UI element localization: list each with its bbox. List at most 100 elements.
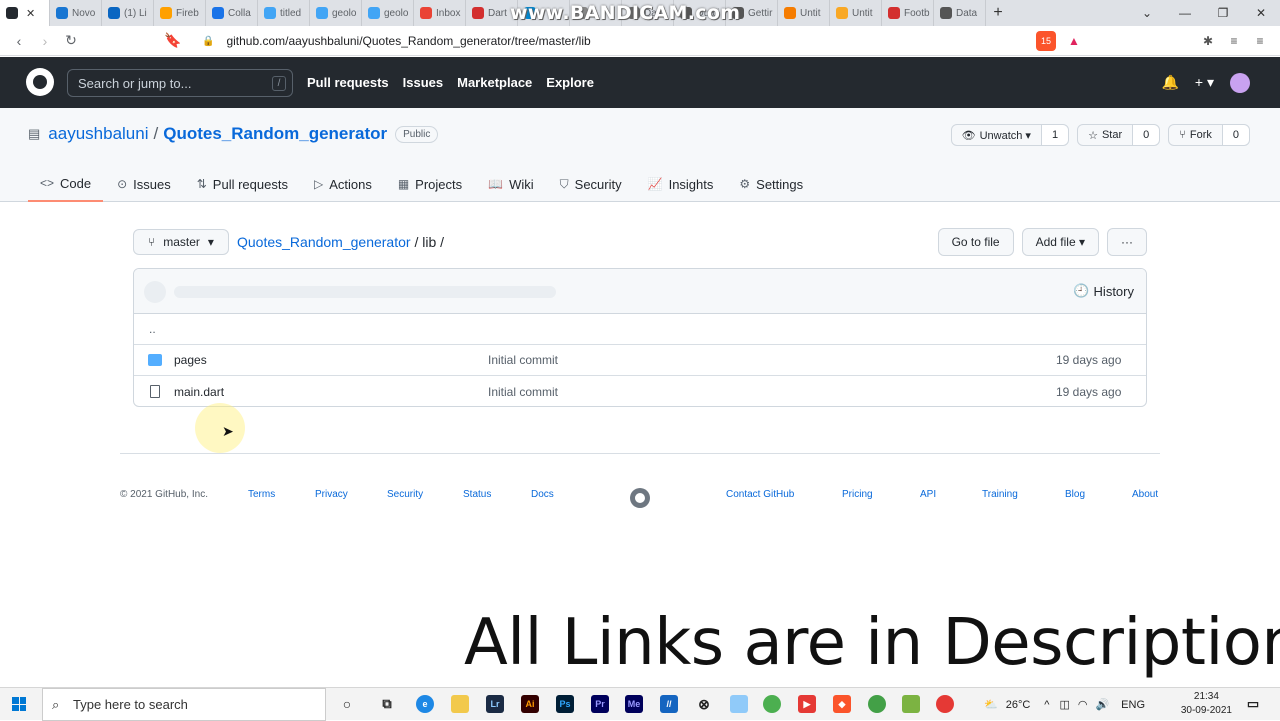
more-options-button[interactable]: ···: [1107, 228, 1147, 256]
browser-tab[interactable]: Footb: [882, 0, 934, 26]
volume-icon[interactable]: 🔊: [1095, 698, 1109, 711]
nav-explore[interactable]: Explore: [546, 75, 594, 90]
tab-issues[interactable]: ⊙ Issues: [105, 166, 183, 202]
notification-center-icon[interactable]: ▭: [1244, 695, 1262, 713]
tab-actions[interactable]: ▷ Actions: [302, 166, 384, 202]
history-link[interactable]: 🕘 History: [1073, 283, 1134, 299]
nav-issues[interactable]: Issues: [403, 75, 443, 90]
footer-link-status[interactable]: Status: [463, 489, 491, 500]
search-input[interactable]: Search or jump to... /: [67, 69, 293, 97]
close-window-button[interactable]: ✕: [1242, 6, 1280, 20]
clock[interactable]: 21:34 30-09-2021: [1181, 690, 1232, 718]
browser-tab[interactable]: Inbox: [414, 0, 466, 26]
brave-shield-icon[interactable]: 15: [1036, 31, 1056, 51]
fork-count[interactable]: 0: [1222, 125, 1249, 145]
file-name-link[interactable]: pages: [174, 353, 207, 367]
extensions-icon[interactable]: ✱: [1198, 31, 1218, 51]
youtube-icon[interactable]: ▶: [798, 695, 816, 713]
browser-tab[interactable]: Untit: [830, 0, 882, 26]
bandicam-icon[interactable]: [936, 695, 954, 713]
browser-menu-icon[interactable]: ≡: [1250, 31, 1270, 51]
app-icon[interactable]: //: [660, 695, 678, 713]
bluestacks-icon[interactable]: [902, 695, 920, 713]
footer-link-contact[interactable]: Contact GitHub: [726, 489, 794, 500]
add-file-button[interactable]: Add file ▾: [1021, 228, 1099, 256]
file-name-link[interactable]: main.dart: [174, 385, 224, 399]
nav-pull-requests[interactable]: Pull requests: [307, 75, 389, 90]
back-icon[interactable]: ‹: [6, 33, 32, 49]
breadcrumb-repo-link[interactable]: Quotes_Random_generator: [237, 234, 411, 250]
tab-wiki[interactable]: 📖 Wiki: [476, 166, 546, 202]
tab-projects[interactable]: ▦ Projects: [386, 166, 474, 202]
commit-message-link[interactable]: Initial commit: [488, 385, 558, 399]
task-view-icon[interactable]: ⧉: [378, 695, 396, 713]
github-footer-logo-icon[interactable]: [630, 488, 650, 508]
browser-tab[interactable]: Novo: [50, 0, 102, 26]
tab-close-icon[interactable]: ✕: [26, 7, 35, 20]
whatsapp-icon[interactable]: [868, 695, 886, 713]
fork-button[interactable]: ⑂ Fork 0: [1168, 124, 1250, 146]
reading-list-icon[interactable]: ≡: [1224, 31, 1244, 51]
forward-icon[interactable]: ›: [32, 33, 58, 49]
media-encoder-icon[interactable]: Me: [625, 695, 643, 713]
weather-temp[interactable]: 26°C: [1006, 699, 1031, 711]
tab-settings[interactable]: ⚙ Settings: [727, 166, 815, 202]
footer-link-pricing[interactable]: Pricing: [842, 489, 873, 500]
minimize-button[interactable]: —: [1166, 6, 1204, 20]
notification-bell-icon[interactable]: 🔔: [1161, 74, 1178, 91]
browser-tab[interactable]: geolo: [310, 0, 362, 26]
reload-icon[interactable]: ↻: [58, 32, 84, 49]
browser-tab[interactable]: (1) Li: [102, 0, 154, 26]
xbox-icon[interactable]: ⊗: [695, 695, 713, 713]
taskbar-search-input[interactable]: ⌕ Type here to search: [42, 688, 326, 721]
browser-tab[interactable]: geolo: [362, 0, 414, 26]
photoshop-icon[interactable]: Ps: [556, 695, 574, 713]
bookmark-icon[interactable]: 🔖: [160, 32, 186, 49]
edge-icon[interactable]: e: [416, 695, 434, 713]
browser-tab[interactable]: ✕: [0, 0, 50, 26]
nav-marketplace[interactable]: Marketplace: [457, 75, 532, 90]
tab-security[interactable]: ⛉ Security: [548, 166, 634, 202]
browser-tab[interactable]: Untit: [778, 0, 830, 26]
footer-link-about[interactable]: About: [1132, 489, 1158, 500]
watch-button[interactable]: 👁 Unwatch ▾ 1: [950, 124, 1070, 146]
file-explorer-icon[interactable]: [451, 695, 469, 713]
footer-link-privacy[interactable]: Privacy: [315, 489, 348, 500]
table-row[interactable]: pages Initial commit 19 days ago: [134, 345, 1146, 376]
windows-start-icon[interactable]: [12, 697, 26, 711]
star-button[interactable]: ☆ Star 0: [1077, 124, 1161, 146]
footer-link-terms[interactable]: Terms: [248, 489, 275, 500]
parent-directory-row[interactable]: ..: [134, 314, 1146, 345]
browser-tab[interactable]: titled: [258, 0, 310, 26]
footer-link-training[interactable]: Training: [982, 489, 1018, 500]
app-icon[interactable]: [730, 695, 748, 713]
github-logo-icon[interactable]: [26, 68, 54, 96]
avatar[interactable]: [1230, 72, 1250, 93]
footer-link-security[interactable]: Security: [387, 489, 423, 500]
star-count[interactable]: 0: [1133, 125, 1160, 145]
premiere-icon[interactable]: Pr: [591, 695, 609, 713]
watch-count[interactable]: 1: [1041, 125, 1069, 145]
table-row[interactable]: main.dart Initial commit 19 days ago: [134, 376, 1146, 406]
tab-insights[interactable]: 📈 Insights: [636, 166, 726, 202]
footer-link-blog[interactable]: Blog: [1065, 489, 1085, 500]
footer-link-docs[interactable]: Docs: [531, 489, 554, 500]
illustrator-icon[interactable]: Ai: [521, 695, 539, 713]
tab-code[interactable]: <> Code: [28, 166, 104, 202]
footer-link-api[interactable]: API: [920, 489, 936, 500]
network-icon[interactable]: ◫: [1059, 698, 1069, 711]
brave-icon[interactable]: ◆: [833, 695, 851, 713]
repo-name-link[interactable]: Quotes_Random_generator: [163, 124, 387, 144]
repo-owner-link[interactable]: aayushbaluni: [48, 124, 148, 144]
browser-tab[interactable]: Colla: [206, 0, 258, 26]
create-new-menu[interactable]: + ▾: [1195, 74, 1214, 91]
chevron-up-icon[interactable]: ^: [1044, 699, 1049, 711]
tab-search-icon[interactable]: ⌄: [1128, 6, 1166, 20]
wifi-icon[interactable]: ◠: [1078, 698, 1088, 711]
new-tab-button[interactable]: +: [986, 4, 1010, 22]
parent-directory-link[interactable]: ..: [149, 322, 156, 336]
go-to-file-button[interactable]: Go to file: [937, 228, 1014, 256]
commit-message-link[interactable]: Initial commit: [488, 353, 558, 367]
language-indicator[interactable]: ENG: [1121, 699, 1145, 711]
brave-rewards-icon[interactable]: ▲: [1064, 31, 1084, 51]
